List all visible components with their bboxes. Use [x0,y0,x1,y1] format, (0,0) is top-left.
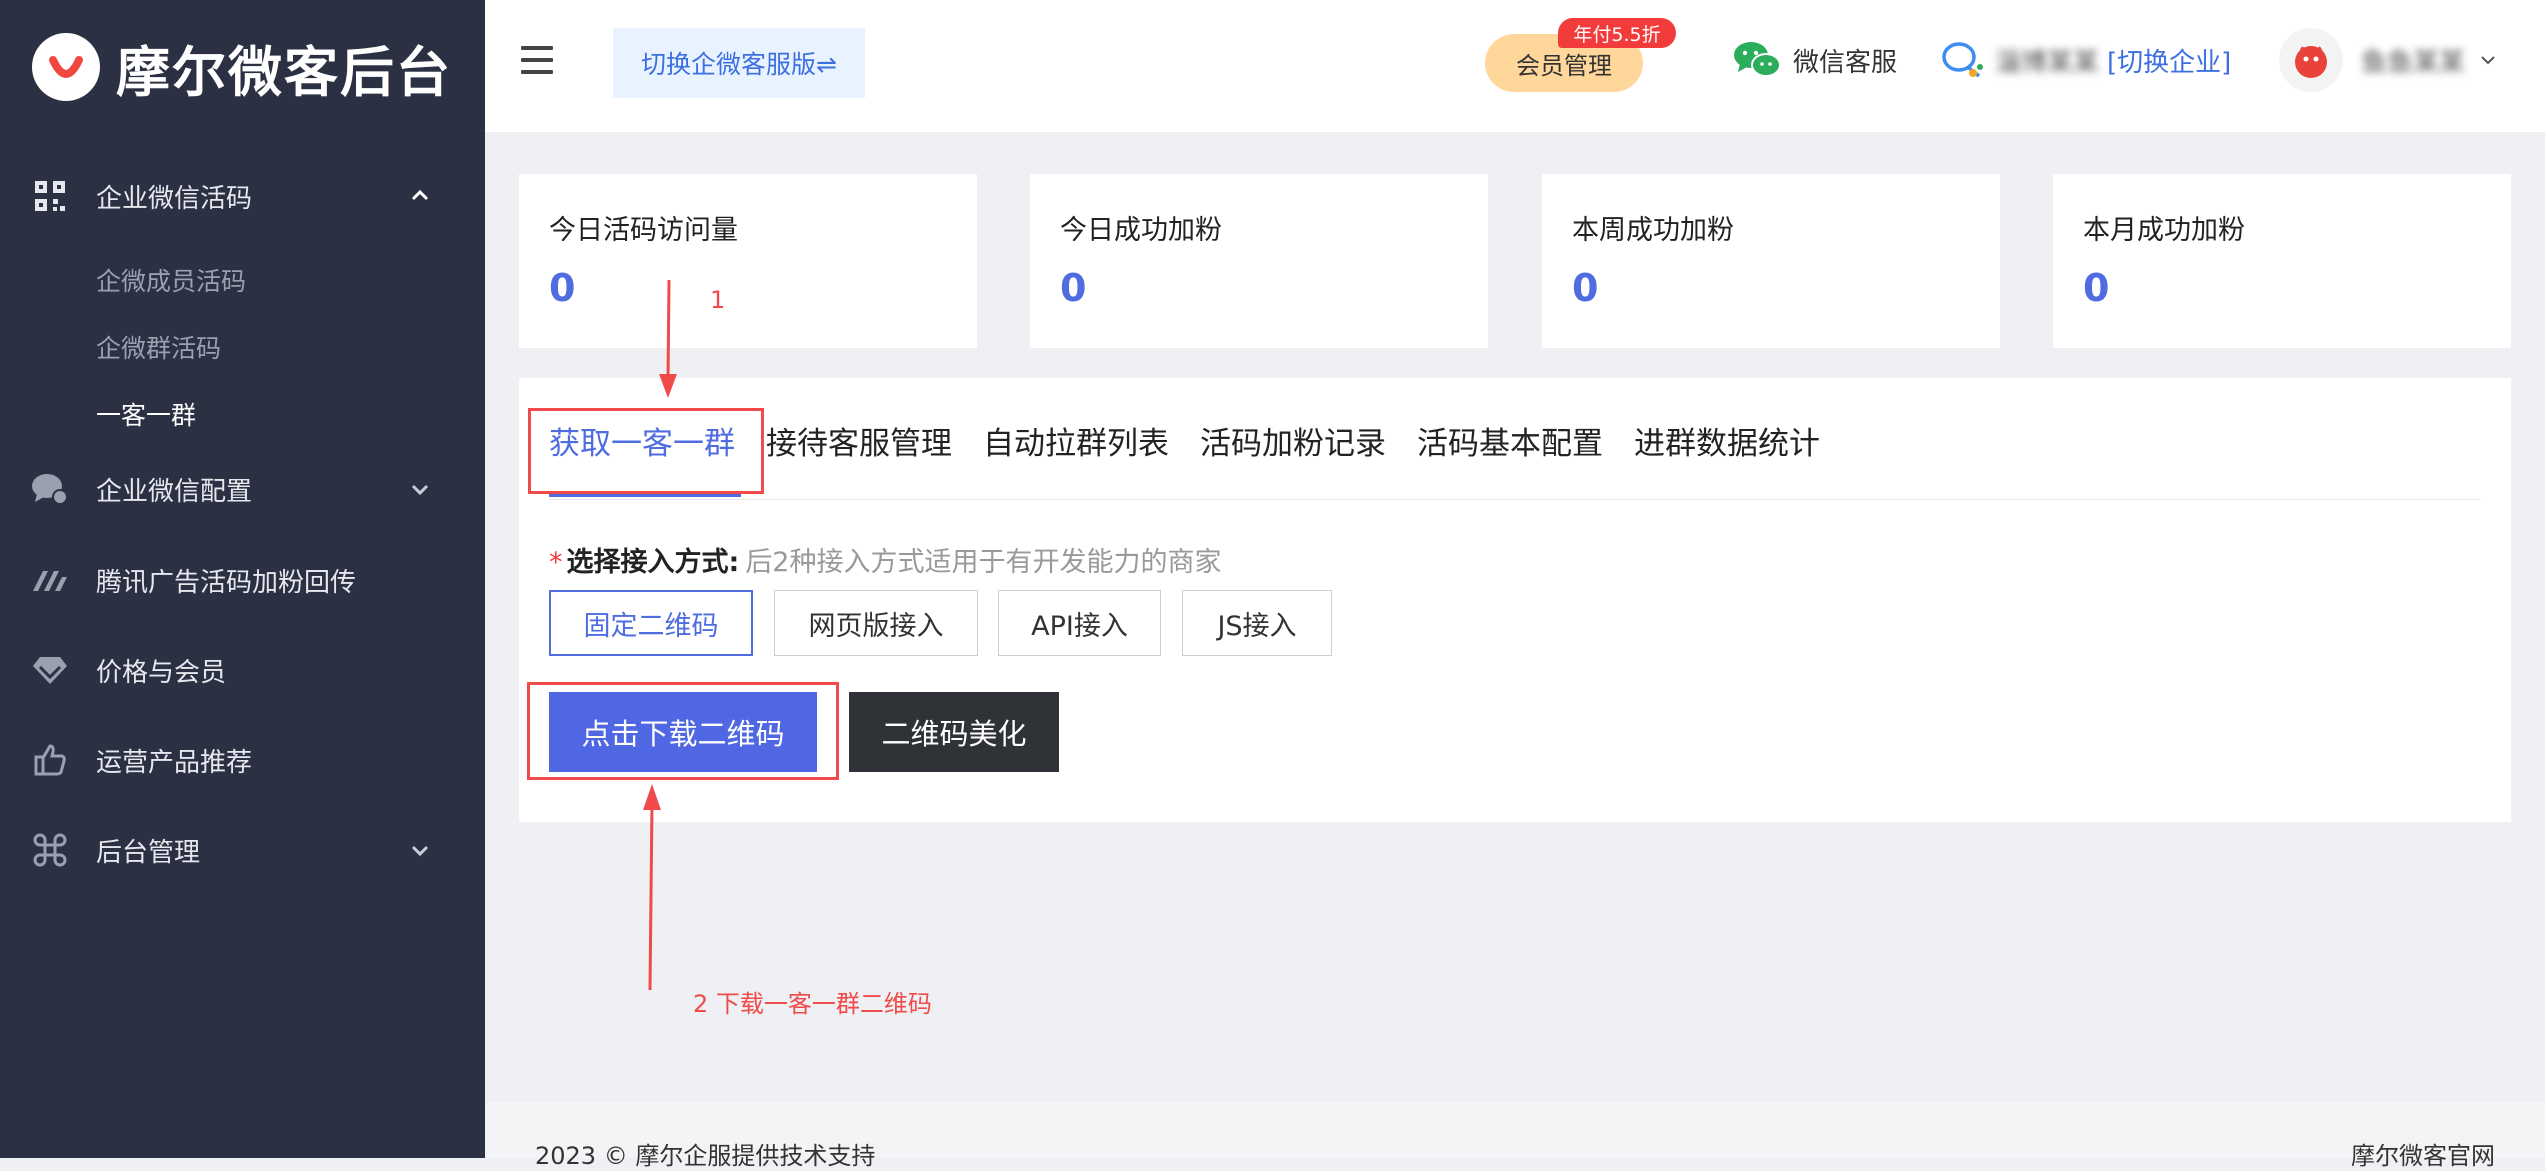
chat-settings-icon [30,469,70,509]
tab-reception-kf[interactable]: 接待客服管理 [766,418,952,463]
tab-divider [549,499,2481,500]
wechat-kf-label: 微信客服 [1793,47,1898,78]
diamond-icon [30,650,70,690]
sidebar-group-products[interactable]: 运营产品推荐 [0,740,485,780]
chevron-up-icon [408,184,432,208]
user-name: 鱼鱼某某 [2361,47,2466,78]
stat-title: 今日成功加粉 [1060,215,1222,246]
option-js-access[interactable]: JS接入 [1182,590,1332,656]
switch-company-link[interactable]: [切换企业] [2107,42,2231,79]
switch-kf-version-button[interactable]: 切换企微客服版⇌ [613,28,865,98]
company-switcher[interactable]: 淄博某某 [切换企业] [1941,40,2231,80]
qrcode-icon [30,176,70,216]
stat-title: 今日活码访问量 [549,215,738,246]
chevron-down-icon [408,477,432,501]
annotation-arrows [643,279,677,991]
stat-title: 本周成功加粉 [1572,215,1734,246]
tab-basic-config[interactable]: 活码基本配置 [1417,418,1603,463]
footer: 2023 © 摩尔企服提供技术支持 摩尔微客官网 [485,1102,2545,1170]
required-mark: * [549,547,563,578]
stat-value: 0 [549,266,576,310]
discount-badge: 年付5.5折 [1558,18,1676,48]
wechat-icon [1733,40,1781,80]
tencent-ads-icon [30,560,70,600]
sidebar-group-label: 价格与会员 [96,657,227,688]
annotation-step2: 2 下载一客一群二维码 [693,990,932,1018]
footer-official-site-link[interactable]: 摩尔微客官网 [2351,1136,2495,1171]
stat-card-today-fans: 今日成功加粉 0 [1030,174,1488,348]
stat-card-today-visits: 今日活码访问量 0 [519,174,977,348]
sidebar-group-label: 运营产品推荐 [96,747,253,778]
header: 切换企微客服版⇌ 会员管理 年付5.5折 微信客服 淄博某某 [切换企业] 鱼鱼… [485,0,2545,132]
brand-logo-icon [32,33,100,101]
sidebar-item-group-qrcode[interactable]: 企微群活码 [96,329,221,365]
sidebar-group-admin[interactable]: 后台管理 [0,830,485,870]
tab-auto-group-list[interactable]: 自动拉群列表 [983,418,1169,463]
sidebar-group-label: 后台管理 [96,837,201,868]
sidebar-group-tencent-ads[interactable]: 腾讯广告活码加粉回传 [0,560,485,600]
avatar [2279,28,2343,92]
chevron-down-icon [2479,51,2497,69]
sidebar-group-pricing[interactable]: 价格与会员 [0,650,485,690]
brand[interactable]: 摩尔微客后台 [32,32,452,104]
sidebar-group-label: 腾讯广告活码加粉回传 [96,567,357,598]
access-mode-hint: 后2种接入方式适用于有开发能力的商家 [745,547,1222,578]
stat-value: 0 [1572,266,1599,310]
beautify-qrcode-button[interactable]: 二维码美化 [849,692,1059,772]
sidebar-group-qrcode[interactable]: 企业微信活码 [0,176,485,216]
command-icon [30,830,70,870]
brand-title: 摩尔微客后台 [116,40,452,104]
sidebar-group-label: 企业微信配置 [96,476,253,507]
company-name: 淄博某某 [1995,47,2100,78]
stat-card-month-fans: 本月成功加粉 0 [2053,174,2511,348]
stat-card-week-fans: 本周成功加粉 0 [1542,174,2000,348]
sidebar-group-label: 企业微信活码 [96,183,253,214]
stat-title: 本月成功加粉 [2083,215,2245,246]
company-chat-icon [1941,40,1985,80]
footer-copyright: 2023 © 摩尔企服提供技术支持 [535,1142,876,1170]
tab-group-stats[interactable]: 进群数据统计 [1634,418,1820,463]
option-api-access[interactable]: API接入 [998,590,1161,656]
chevron-down-icon [408,838,432,862]
thumbs-up-icon [30,740,70,780]
stat-value: 0 [2083,266,2110,310]
annotation-step1: 1 [710,286,726,314]
option-web-access[interactable]: 网页版接入 [774,590,978,656]
sidebar: 摩尔微客后台 企业微信活码 企微成员活码 企微群活码 一客一群 企业微信配置 腾… [0,0,485,1158]
stat-value: 0 [1060,266,1087,310]
wechat-kf-link[interactable]: 微信客服 [1733,40,1897,80]
tab-fan-records[interactable]: 活码加粉记录 [1200,418,1386,463]
sidebar-item-one-customer-one-group[interactable]: 一客一群 [96,396,196,432]
sidebar-group-wecom-config[interactable]: 企业微信配置 [0,469,485,509]
menu-toggle-icon[interactable] [521,46,553,76]
sidebar-item-member-qrcode[interactable]: 企微成员活码 [96,262,246,298]
user-menu[interactable]: 鱼鱼某某 [2279,28,2497,92]
